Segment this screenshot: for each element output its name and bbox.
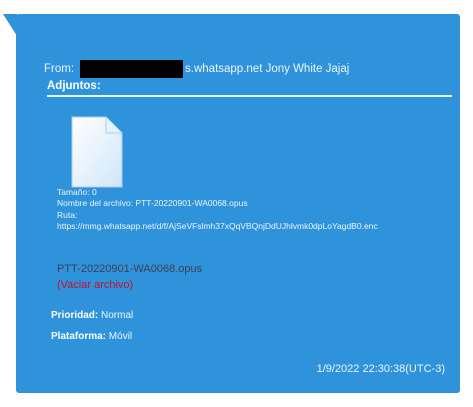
platform-value: Móvil (108, 331, 133, 342)
attachments-divider (47, 95, 452, 97)
attachment-size: Tamaño: 0 (57, 187, 97, 197)
platform-row: Plataforma: Móvil (51, 331, 132, 342)
sender-name: s.whatsapp.net Jony White Jajaj (185, 63, 350, 75)
document-file-icon[interactable] (68, 115, 124, 189)
attachment-filename: Nombre del archivo: PTT-20220901-WA0068.… (57, 198, 248, 208)
platform-label: Plataforma: (51, 331, 109, 342)
attachments-heading: Adjuntos: (47, 80, 101, 92)
chat-message-view: From: s.whatsapp.net Jony White Jajaj Ad… (0, 0, 473, 407)
priority-value: Normal (101, 310, 134, 321)
message-timestamp: 1/9/2022 22:30:38(UTC-3) (316, 363, 445, 375)
priority-row: Prioridad: Normal (51, 310, 133, 321)
priority-label: Prioridad: (51, 310, 102, 321)
sender-row: From: s.whatsapp.net Jony White Jajaj (44, 60, 349, 78)
attachment-path-label: Ruta: (57, 210, 78, 220)
clear-attachment-link[interactable]: (Vaciar archivo) (57, 279, 133, 291)
bubble-tail (3, 14, 17, 36)
attachment-file-link[interactable]: PTT-20220901-WA0068.opus (57, 263, 202, 275)
redacted-sender-id (80, 60, 184, 78)
from-label: From: (44, 63, 75, 75)
attachment-url: https://mmg.whatsapp.net/d/f/AjSeVFslmh3… (57, 221, 378, 231)
